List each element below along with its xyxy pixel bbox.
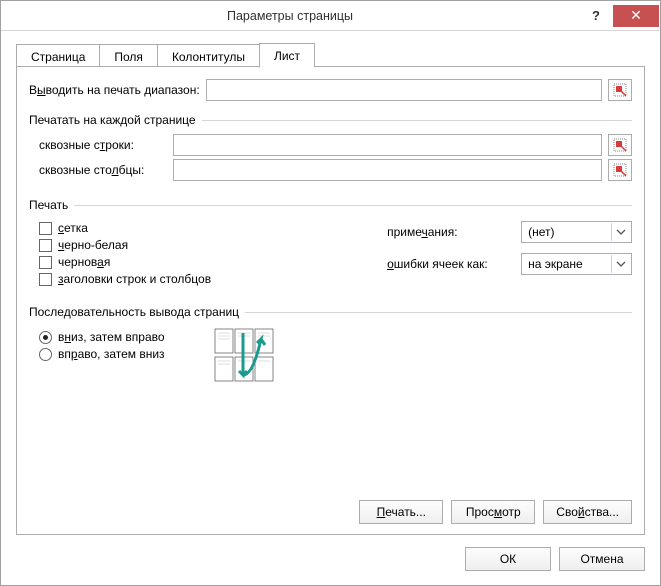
chevron-down-icon: [611, 223, 629, 241]
action-buttons: Печать... Просмотр Свойства...: [29, 500, 632, 524]
print-button[interactable]: Печать...: [359, 500, 443, 524]
errors-value: на экране: [528, 257, 611, 271]
print-options-left: сетка черно-белая черновая заголовки стр…: [39, 218, 371, 289]
print-range-row: Выводить на печать диапазон:: [29, 79, 632, 101]
properties-button[interactable]: Свойства...: [543, 500, 632, 524]
comments-row: примечания: (нет): [387, 221, 632, 243]
order-group: Последовательность вывода страниц: [29, 305, 632, 319]
dialog-footer: ОК Отмена: [1, 535, 660, 585]
radio-down-over[interactable]: вниз, затем вправо: [39, 330, 199, 344]
check-bw[interactable]: черно-белая: [39, 238, 371, 252]
errors-row: ошибки ячеек как: на экране: [387, 253, 632, 275]
titlebar: Параметры страницы ? ✕: [1, 1, 660, 31]
checkbox[interactable]: [39, 273, 52, 286]
close-button[interactable]: ✕: [613, 5, 659, 27]
print-group: Печать: [29, 198, 632, 212]
tab-sheet[interactable]: Лист: [259, 43, 315, 68]
repeat-rows-ref-button[interactable]: [608, 134, 632, 156]
comments-value: (нет): [528, 225, 611, 239]
radio-over-down[interactable]: вправо, затем вниз: [39, 347, 199, 361]
print-legend: Печать: [29, 198, 68, 212]
radio[interactable]: [39, 331, 52, 344]
preview-button[interactable]: Просмотр: [451, 500, 535, 524]
tab-fields[interactable]: Поля: [99, 44, 158, 66]
repeat-cols-input[interactable]: [173, 159, 602, 181]
page-order-icon: [213, 327, 299, 385]
checkbox[interactable]: [39, 239, 52, 252]
repeat-cols-ref-button[interactable]: [608, 159, 632, 181]
order-legend: Последовательность вывода страниц: [29, 305, 239, 319]
errors-combo[interactable]: на экране: [521, 253, 632, 275]
print-range-ref-button[interactable]: [608, 79, 632, 101]
check-draft[interactable]: черновая: [39, 255, 371, 269]
chevron-down-icon: [611, 255, 629, 273]
checkbox[interactable]: [39, 222, 52, 235]
page-setup-dialog: Параметры страницы ? ✕ Страница Поля Кол…: [0, 0, 661, 586]
tab-page[interactable]: Страница: [16, 44, 100, 66]
repeat-group: Печатать на каждой странице: [29, 113, 632, 127]
checkbox[interactable]: [39, 256, 52, 269]
print-range-label: Выводить на печать диапазон:: [29, 83, 200, 97]
tabstrip: Страница Поля Колонтитулы Лист: [16, 43, 645, 67]
range-select-icon: [613, 83, 627, 97]
ok-button[interactable]: ОК: [465, 547, 551, 571]
dialog-body: Страница Поля Колонтитулы Лист Выводить …: [1, 31, 660, 535]
repeat-legend: Печатать на каждой странице: [29, 113, 196, 127]
check-headers[interactable]: заголовки строк и столбцов: [39, 272, 371, 286]
help-button[interactable]: ?: [579, 5, 613, 27]
range-select-icon: [613, 163, 627, 177]
check-grid[interactable]: сетка: [39, 221, 371, 235]
comments-combo[interactable]: (нет): [521, 221, 632, 243]
cancel-button[interactable]: Отмена: [559, 547, 645, 571]
repeat-rows-input[interactable]: [173, 134, 602, 156]
comments-label: примечания:: [387, 225, 515, 239]
window-title: Параметры страницы: [1, 9, 579, 23]
print-options-right: примечания: (нет) ошибки ячеек как: на э…: [387, 218, 632, 289]
repeat-rows-label: сквозные строки:: [39, 138, 167, 152]
repeat-rows-row: сквозные строки:: [39, 134, 632, 156]
range-select-icon: [613, 138, 627, 152]
repeat-cols-row: сквозные столбцы:: [39, 159, 632, 181]
tab-headers[interactable]: Колонтитулы: [157, 44, 260, 66]
order-radios: вниз, затем вправо вправо, затем вниз: [39, 327, 199, 364]
sheet-tab-content: Выводить на печать диапазон: Печатать на…: [16, 67, 645, 535]
radio[interactable]: [39, 348, 52, 361]
print-range-input[interactable]: [206, 79, 602, 101]
repeat-cols-label: сквозные столбцы:: [39, 163, 167, 177]
errors-label: ошибки ячеек как:: [387, 257, 515, 271]
